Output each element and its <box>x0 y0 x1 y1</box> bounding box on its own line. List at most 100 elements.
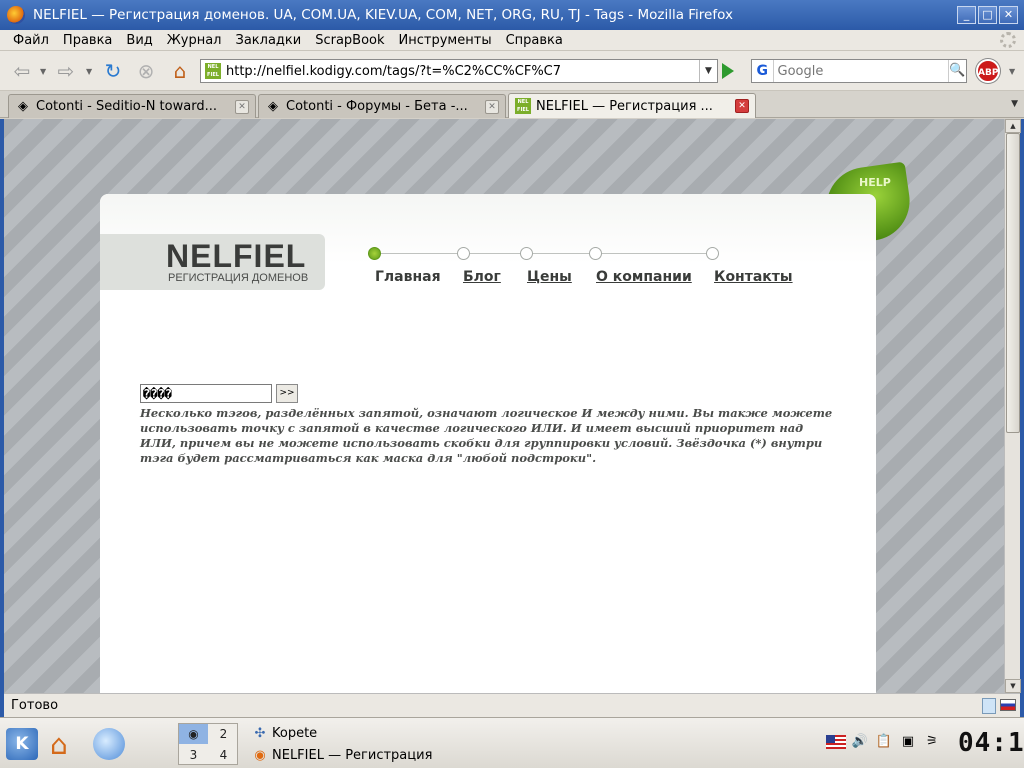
forward-icon[interactable]: ⇨ <box>54 59 78 83</box>
home-icon[interactable]: ⌂ <box>168 59 192 83</box>
menu-scrapbook[interactable]: ScrapBook <box>315 33 384 48</box>
nav-link-contacts[interactable]: Контакты <box>714 269 793 285</box>
adblock-dropdown[interactable]: ▼ <box>1009 67 1015 76</box>
close-button[interactable]: ✕ <box>999 6 1018 24</box>
logo-subtitle: РЕГИСТРАЦИЯ ДОМЕНОВ <box>168 272 309 284</box>
tab-list-dropdown[interactable]: ▼ <box>1011 99 1018 109</box>
window-frame-right <box>1020 119 1024 719</box>
desktop-1[interactable]: ◉ <box>179 724 208 744</box>
task-label: Kopete <box>272 726 318 741</box>
reload-icon[interactable]: ↻ <box>101 59 125 83</box>
tab-cotonti-forums[interactable]: ◈ Cotonti - Форумы - Бета -... ✕ <box>258 94 506 118</box>
tag-search-help-text: Несколько тэгов, разделённых запятой, оз… <box>140 406 833 465</box>
forward-history-dropdown[interactable]: ▼ <box>86 67 92 76</box>
nelfiel-favicon-icon: NEL FIEL <box>515 98 531 114</box>
tab-close-icon[interactable]: ✕ <box>735 99 749 113</box>
desktop-4[interactable]: 4 <box>209 745 238 765</box>
nav-rail-line <box>368 253 710 254</box>
page-viewport: HELP NELFIEL РЕГИСТРАЦИЯ ДОМЕНОВ Главная… <box>4 119 1004 693</box>
site-logo[interactable]: NELFIEL РЕГИСТРАЦИЯ ДОМЕНОВ <box>100 234 325 290</box>
window-controls: _ □ ✕ <box>957 6 1018 24</box>
maximize-button[interactable]: □ <box>978 6 997 24</box>
kde-taskbar: K ⌂ ◉ 2 3 4 ✣ Kopete ◉ NELFIEL — Регистр… <box>0 717 1024 768</box>
search-input[interactable] <box>773 63 948 79</box>
scroll-thumb[interactable] <box>1006 133 1020 433</box>
nav-dot-home <box>368 247 381 260</box>
kopete-icon: ✣ <box>254 725 266 741</box>
nav-dot-about <box>589 247 602 260</box>
tab-close-icon[interactable]: ✕ <box>485 99 499 114</box>
nav-link-prices[interactable]: Цены <box>527 269 572 285</box>
throbber-icon <box>1000 32 1016 48</box>
window-title-bar[interactable]: NELFIEL — Регистрация доменов. UA, COM.U… <box>0 0 1024 30</box>
desktop-3[interactable]: 3 <box>179 745 208 765</box>
site-favicon-icon: NEL FIEL <box>205 63 221 79</box>
russian-flag-icon[interactable] <box>1000 699 1016 711</box>
home-folder-icon[interactable]: ⌂ <box>50 728 68 761</box>
nav-dot-blog <box>457 247 470 260</box>
menu-edit[interactable]: Правка <box>63 33 112 48</box>
nav-link-blog[interactable]: Блог <box>463 269 501 285</box>
back-history-dropdown[interactable]: ▼ <box>40 67 46 76</box>
tab-nelfiel[interactable]: NEL FIEL NELFIEL — Регистрация ... ✕ <box>508 93 756 118</box>
tab-label: Cotonti - Seditio-N toward... <box>36 99 217 114</box>
logo-title: NELFIEL <box>166 238 307 274</box>
tab-bar: ◈ Cotonti - Seditio-N toward... ✕ ◈ Coto… <box>0 91 1024 118</box>
vertical-scrollbar[interactable]: ▲ ▼ <box>1004 119 1021 693</box>
system-tray: 🔊 📋 ▣ ⚞ <box>826 732 942 752</box>
menu-tools[interactable]: Инструменты <box>399 33 492 48</box>
task-firefox[interactable]: ◉ NELFIEL — Регистрация <box>252 745 432 766</box>
nav-dot-prices <box>520 247 533 260</box>
tab-close-icon[interactable]: ✕ <box>235 99 249 114</box>
menu-bookmarks[interactable]: Закладки <box>236 33 302 48</box>
url-history-dropdown[interactable]: ▼ <box>699 60 717 82</box>
firefox-task-icon: ◉ <box>254 747 266 763</box>
tab-label: NELFIEL — Регистрация ... <box>536 98 713 114</box>
nav-dot-contacts <box>706 247 719 260</box>
url-text[interactable]: http://nelfiel.kodigy.com/tags/?t=%C2%CC… <box>226 64 699 79</box>
clock: 04:10 <box>958 728 1024 758</box>
help-link[interactable]: HELP <box>859 176 891 189</box>
go-icon[interactable] <box>722 63 734 79</box>
status-bar: Готово <box>4 693 1020 717</box>
display-icon[interactable]: ▣ <box>898 732 918 752</box>
menu-history[interactable]: Журнал <box>167 33 222 48</box>
tag-search-input[interactable] <box>140 384 272 403</box>
task-kopete[interactable]: ✣ Kopete <box>252 723 318 744</box>
tab-cotonti-seditio[interactable]: ◈ Cotonti - Seditio-N toward... ✕ <box>8 94 256 118</box>
status-page-icon[interactable] <box>982 698 996 714</box>
network-globe-icon[interactable] <box>93 728 125 760</box>
volume-icon[interactable]: 🔊 <box>850 732 870 752</box>
menu-view[interactable]: Вид <box>126 33 152 48</box>
menu-bar: Файл Правка Вид Журнал Закладки ScrapBoo… <box>0 30 1024 51</box>
nav-link-home[interactable]: Главная <box>375 269 441 285</box>
cotonti-favicon-icon: ◈ <box>18 98 28 114</box>
search-engine-icon[interactable]: G <box>752 60 774 82</box>
minimize-button[interactable]: _ <box>957 6 976 24</box>
desktop-2[interactable]: 2 <box>209 724 238 744</box>
menu-help[interactable]: Справка <box>506 33 563 48</box>
navigation-toolbar: ⇦ ▼ ⇨ ▼ ↻ ⊗ ⌂ NEL FIEL http://nelfiel.kod… <box>0 51 1024 91</box>
task-label: NELFIEL — Регистрация <box>272 748 433 763</box>
firefox-icon <box>7 6 25 24</box>
back-icon[interactable]: ⇦ <box>10 59 34 83</box>
status-text: Готово <box>11 698 59 713</box>
adblock-icon[interactable]: ABP <box>976 59 1000 83</box>
firefox-small-icon: ◉ <box>188 727 199 741</box>
scroll-up-icon[interactable]: ▲ <box>1005 119 1021 133</box>
desktop-pager: ◉ 2 3 4 <box>178 723 238 765</box>
search-go-icon[interactable]: 🔍 <box>947 60 966 82</box>
us-flag-icon[interactable] <box>826 735 846 749</box>
address-bar[interactable]: NEL FIEL http://nelfiel.kodigy.com/tags/?… <box>200 59 718 83</box>
scroll-down-icon[interactable]: ▼ <box>1005 679 1021 693</box>
tab-label: Cotonti - Форумы - Бета -... <box>286 99 468 114</box>
kde-menu-icon[interactable]: K <box>6 728 38 760</box>
nav-link-about[interactable]: О компании <box>596 269 692 285</box>
network-icon[interactable]: ⚞ <box>922 732 942 752</box>
tag-search-submit-button[interactable]: >> <box>276 384 298 403</box>
page-card: NELFIEL РЕГИСТРАЦИЯ ДОМЕНОВ Главная Блог… <box>100 194 876 693</box>
stop-icon[interactable]: ⊗ <box>134 59 158 83</box>
cotonti-favicon-icon: ◈ <box>268 98 278 114</box>
menu-file[interactable]: Файл <box>13 33 49 48</box>
klipper-icon[interactable]: 📋 <box>874 732 894 752</box>
